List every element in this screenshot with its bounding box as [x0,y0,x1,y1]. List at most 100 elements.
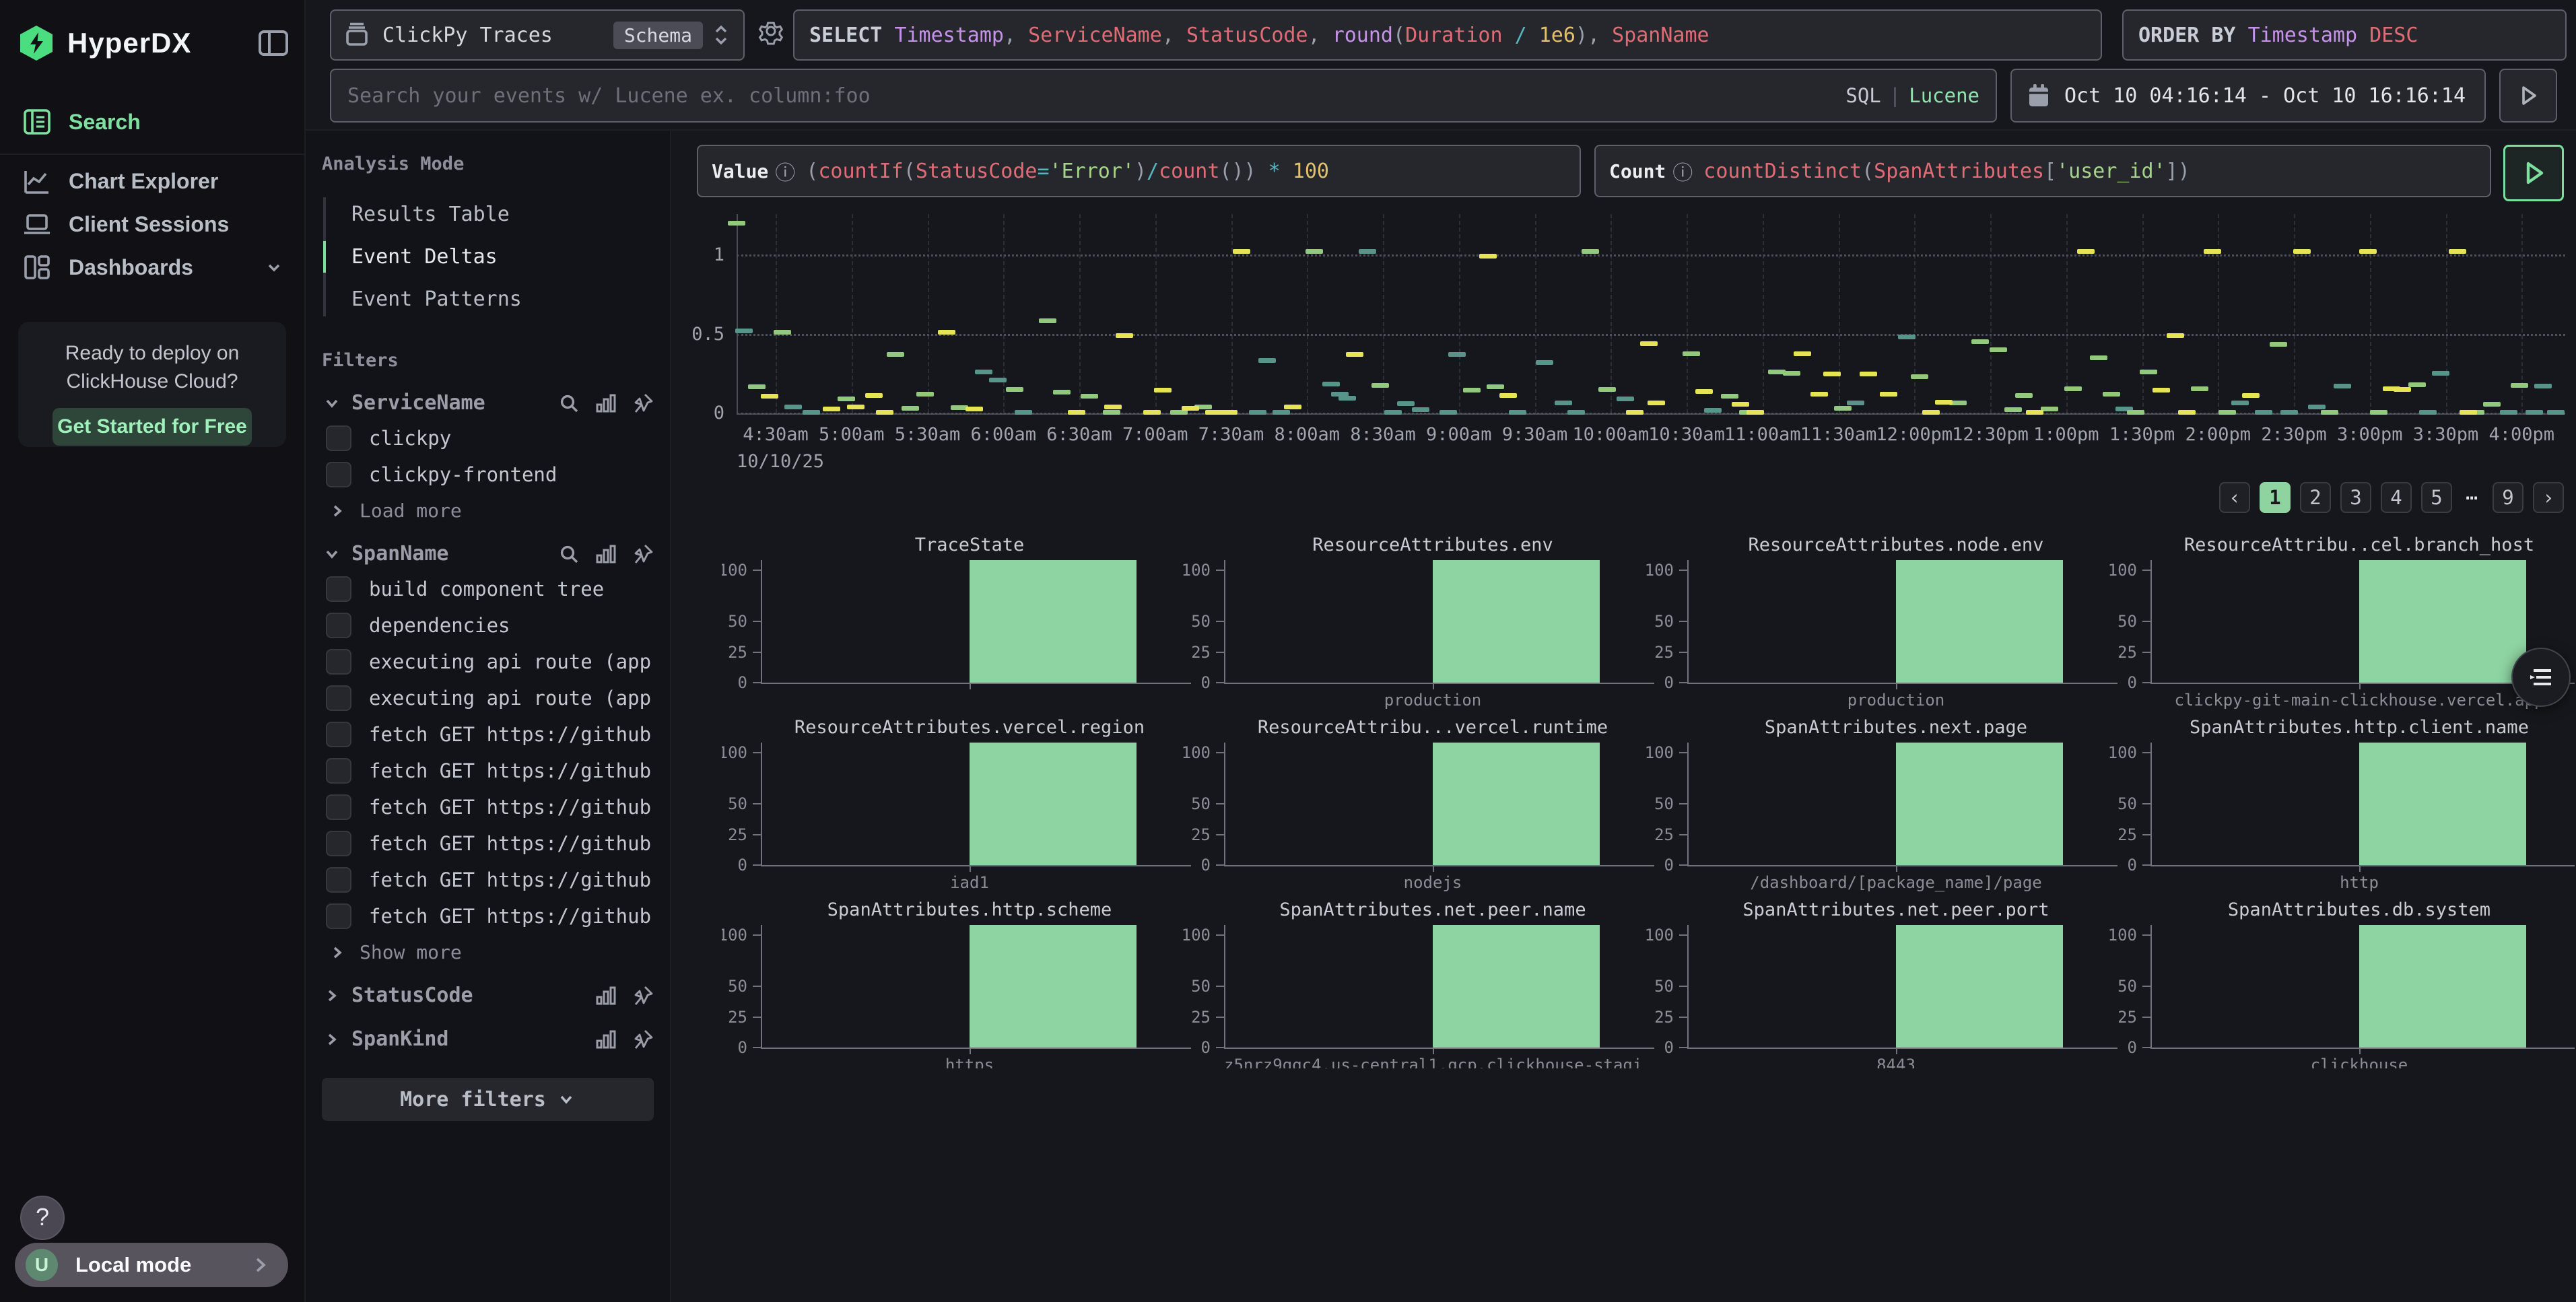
search-run-button[interactable] [2499,69,2557,123]
filter-option-label[interactable]: fetch GET https://github.… [369,723,652,746]
search-icon[interactable] [558,392,580,414]
run-query-button[interactable] [2503,145,2564,201]
filter-group-spanname[interactable]: SpanName [322,542,654,566]
analysis-mode-item-results-table[interactable]: Results Table [323,193,670,236]
mini-y-tick [1216,986,1224,987]
get-started-button[interactable]: Get Started for Free [53,408,252,446]
sidebar-item-chart-explorer[interactable]: Chart Explorer [0,160,304,202]
mini-y-tick [2142,1017,2150,1018]
mini-y-tick-label: 100 [1177,561,1211,580]
gridline-vertical [1839,214,1840,413]
filter-option-label[interactable]: fetch GET https://github.… [369,868,652,891]
analysis-mode-item-event-deltas[interactable]: Event Deltas [323,236,670,278]
mini-y-tick-label: 0 [2103,673,2137,692]
checkbox[interactable] [326,685,351,711]
data-point [1823,372,1841,376]
pin-icon[interactable] [632,1029,654,1050]
gear-icon[interactable] [755,19,786,50]
pagination-page-1[interactable]: 1 [2260,482,2291,513]
filter-option-label[interactable]: fetch GET https://github.… [369,759,652,782]
filter-group-spankind[interactable]: SpanKind [322,1027,654,1051]
sidebar-item-dashboards[interactable]: Dashboards [0,246,304,288]
filter-group-statuscode[interactable]: StatusCode [322,984,654,1007]
filter-option-label[interactable]: executing api route (app)… [369,650,652,673]
sidebar-collapse-icon[interactable] [259,30,288,56]
checkbox[interactable] [326,425,351,451]
count-label: Count [1609,160,1666,182]
data-point [1015,410,1032,415]
checkbox[interactable] [326,903,351,929]
mini-x-label: /dashboard/[package_name]/page [1687,873,2105,892]
filter-option-label[interactable]: clickpy-frontend [369,463,557,486]
help-button[interactable]: ? [20,1196,65,1240]
pin-icon[interactable] [632,543,654,565]
attribute-chart-plot: 10050250 [761,560,1178,683]
filter-option-label[interactable]: fetch GET https://github.… [369,832,652,855]
data-point [2004,407,2022,412]
sql-mode-label[interactable]: SQL [1845,84,1880,107]
bar-chart-icon[interactable] [595,392,617,414]
value-expression-input[interactable]: Value ⓘ (countIf(StatusCode='Error')/cou… [697,145,1581,197]
query-language-toggle[interactable]: SQL|Lucene [1845,84,1979,107]
checkbox[interactable] [326,649,351,675]
mini-y-tick-label: 50 [722,612,747,631]
pagination-page-2[interactable]: 2 [2300,482,2331,513]
pagination-prev[interactable]: ‹ [2219,482,2250,513]
mini-y-tick-label: 0 [722,1038,747,1057]
chart-settings-fab[interactable] [2511,648,2571,707]
mini-y-tick-label: 50 [2103,612,2137,631]
order-by-editor[interactable]: ORDER BY Timestamp DESC [2122,9,2567,61]
attribute-chart: SpanAttributes.net.peer.name10050250z5nr… [1185,898,1648,1068]
servicename-load-more[interactable]: Load more [327,500,654,522]
mini-y-tick [753,1047,761,1048]
pagination-page-5[interactable]: 5 [2421,482,2452,513]
analysis-mode-item-event-patterns[interactable]: Event Patterns [323,278,670,320]
sidebar-item-search[interactable]: Search [0,101,304,143]
filter-option-label[interactable]: fetch GET https://github.… [369,796,652,819]
filter-option-label[interactable]: clickpy [369,427,451,450]
search-icon[interactable] [558,543,580,565]
filter-sliders-icon [2527,664,2555,690]
attribute-chart-title: ResourceAttribu...vercel.runtime [1224,717,1641,738]
checkbox[interactable] [326,722,351,747]
date-range-picker[interactable]: Oct 10 04:16:14 - Oct 10 16:16:14 [2010,69,2486,123]
filter-option-label[interactable]: executing api route (app)… [369,687,652,710]
filter-group-servicename[interactable]: ServiceName [322,391,654,415]
bar-chart-icon[interactable] [595,1029,617,1050]
pin-icon[interactable] [632,392,654,414]
bar-chart-icon[interactable] [595,985,617,1006]
pagination-page-4[interactable]: 4 [2381,482,2412,513]
count-expression-input[interactable]: Count ⓘ countDistinct(SpanAttributes['us… [1594,145,2491,197]
sidebar-item-client-sessions[interactable]: Client Sessions [0,203,304,245]
mini-y-tick [1679,682,1687,683]
data-point [1683,351,1700,356]
bar-chart-icon[interactable] [595,543,617,565]
lucene-mode-label[interactable]: Lucene [1909,84,1979,107]
filter-option-label[interactable]: build component tree [369,578,604,601]
filter-option-label[interactable]: dependencies [369,614,510,637]
pagination-page-9[interactable]: 9 [2493,482,2523,513]
checkbox[interactable] [326,831,351,856]
checkbox[interactable] [326,613,351,638]
checkbox[interactable] [326,867,351,893]
pagination-page-3[interactable]: 3 [2340,482,2371,513]
mini-y-tick-label: 0 [1177,856,1211,875]
checkbox[interactable] [326,758,351,784]
mini-y-tick-label: 0 [722,673,747,692]
checkbox[interactable] [326,576,351,602]
mini-y-tick [1679,864,1687,866]
search-input[interactable]: Search your events w/ Lucene ex. column:… [330,69,1997,123]
checkbox[interactable] [326,462,351,487]
checkbox[interactable] [326,794,351,820]
pagination-next[interactable]: › [2533,482,2564,513]
gridline-vertical [1003,214,1005,413]
source-select[interactable]: ClickPy Traces Schema [330,9,745,61]
attribute-chart-plot: 10050250 [2150,743,2568,865]
more-filters-button[interactable]: More filters [322,1078,654,1121]
pin-icon[interactable] [632,985,654,1006]
filter-option-label[interactable]: fetch GET https://github.… [369,905,652,928]
local-mode-menu[interactable]: U Local mode [15,1243,288,1287]
data-point [1640,341,1658,346]
sql-select-editor[interactable]: SELECT Timestamp, ServiceName, StatusCod… [793,9,2102,61]
spanname-show-more[interactable]: Show more [327,941,654,963]
